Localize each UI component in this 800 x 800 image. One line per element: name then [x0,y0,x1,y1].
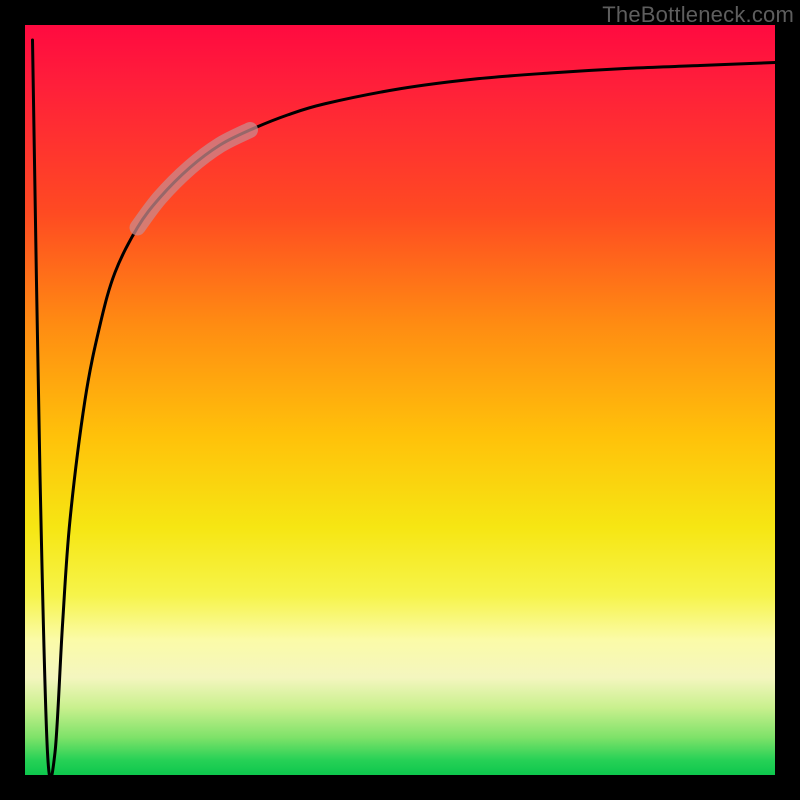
chart-frame: TheBottleneck.com [0,0,800,800]
watermark-text: TheBottleneck.com [602,2,794,28]
plot-area [25,25,775,775]
curve-group [33,40,776,779]
curve-highlight [138,130,251,228]
bottleneck-curve [33,40,776,779]
curve-layer [25,25,775,775]
